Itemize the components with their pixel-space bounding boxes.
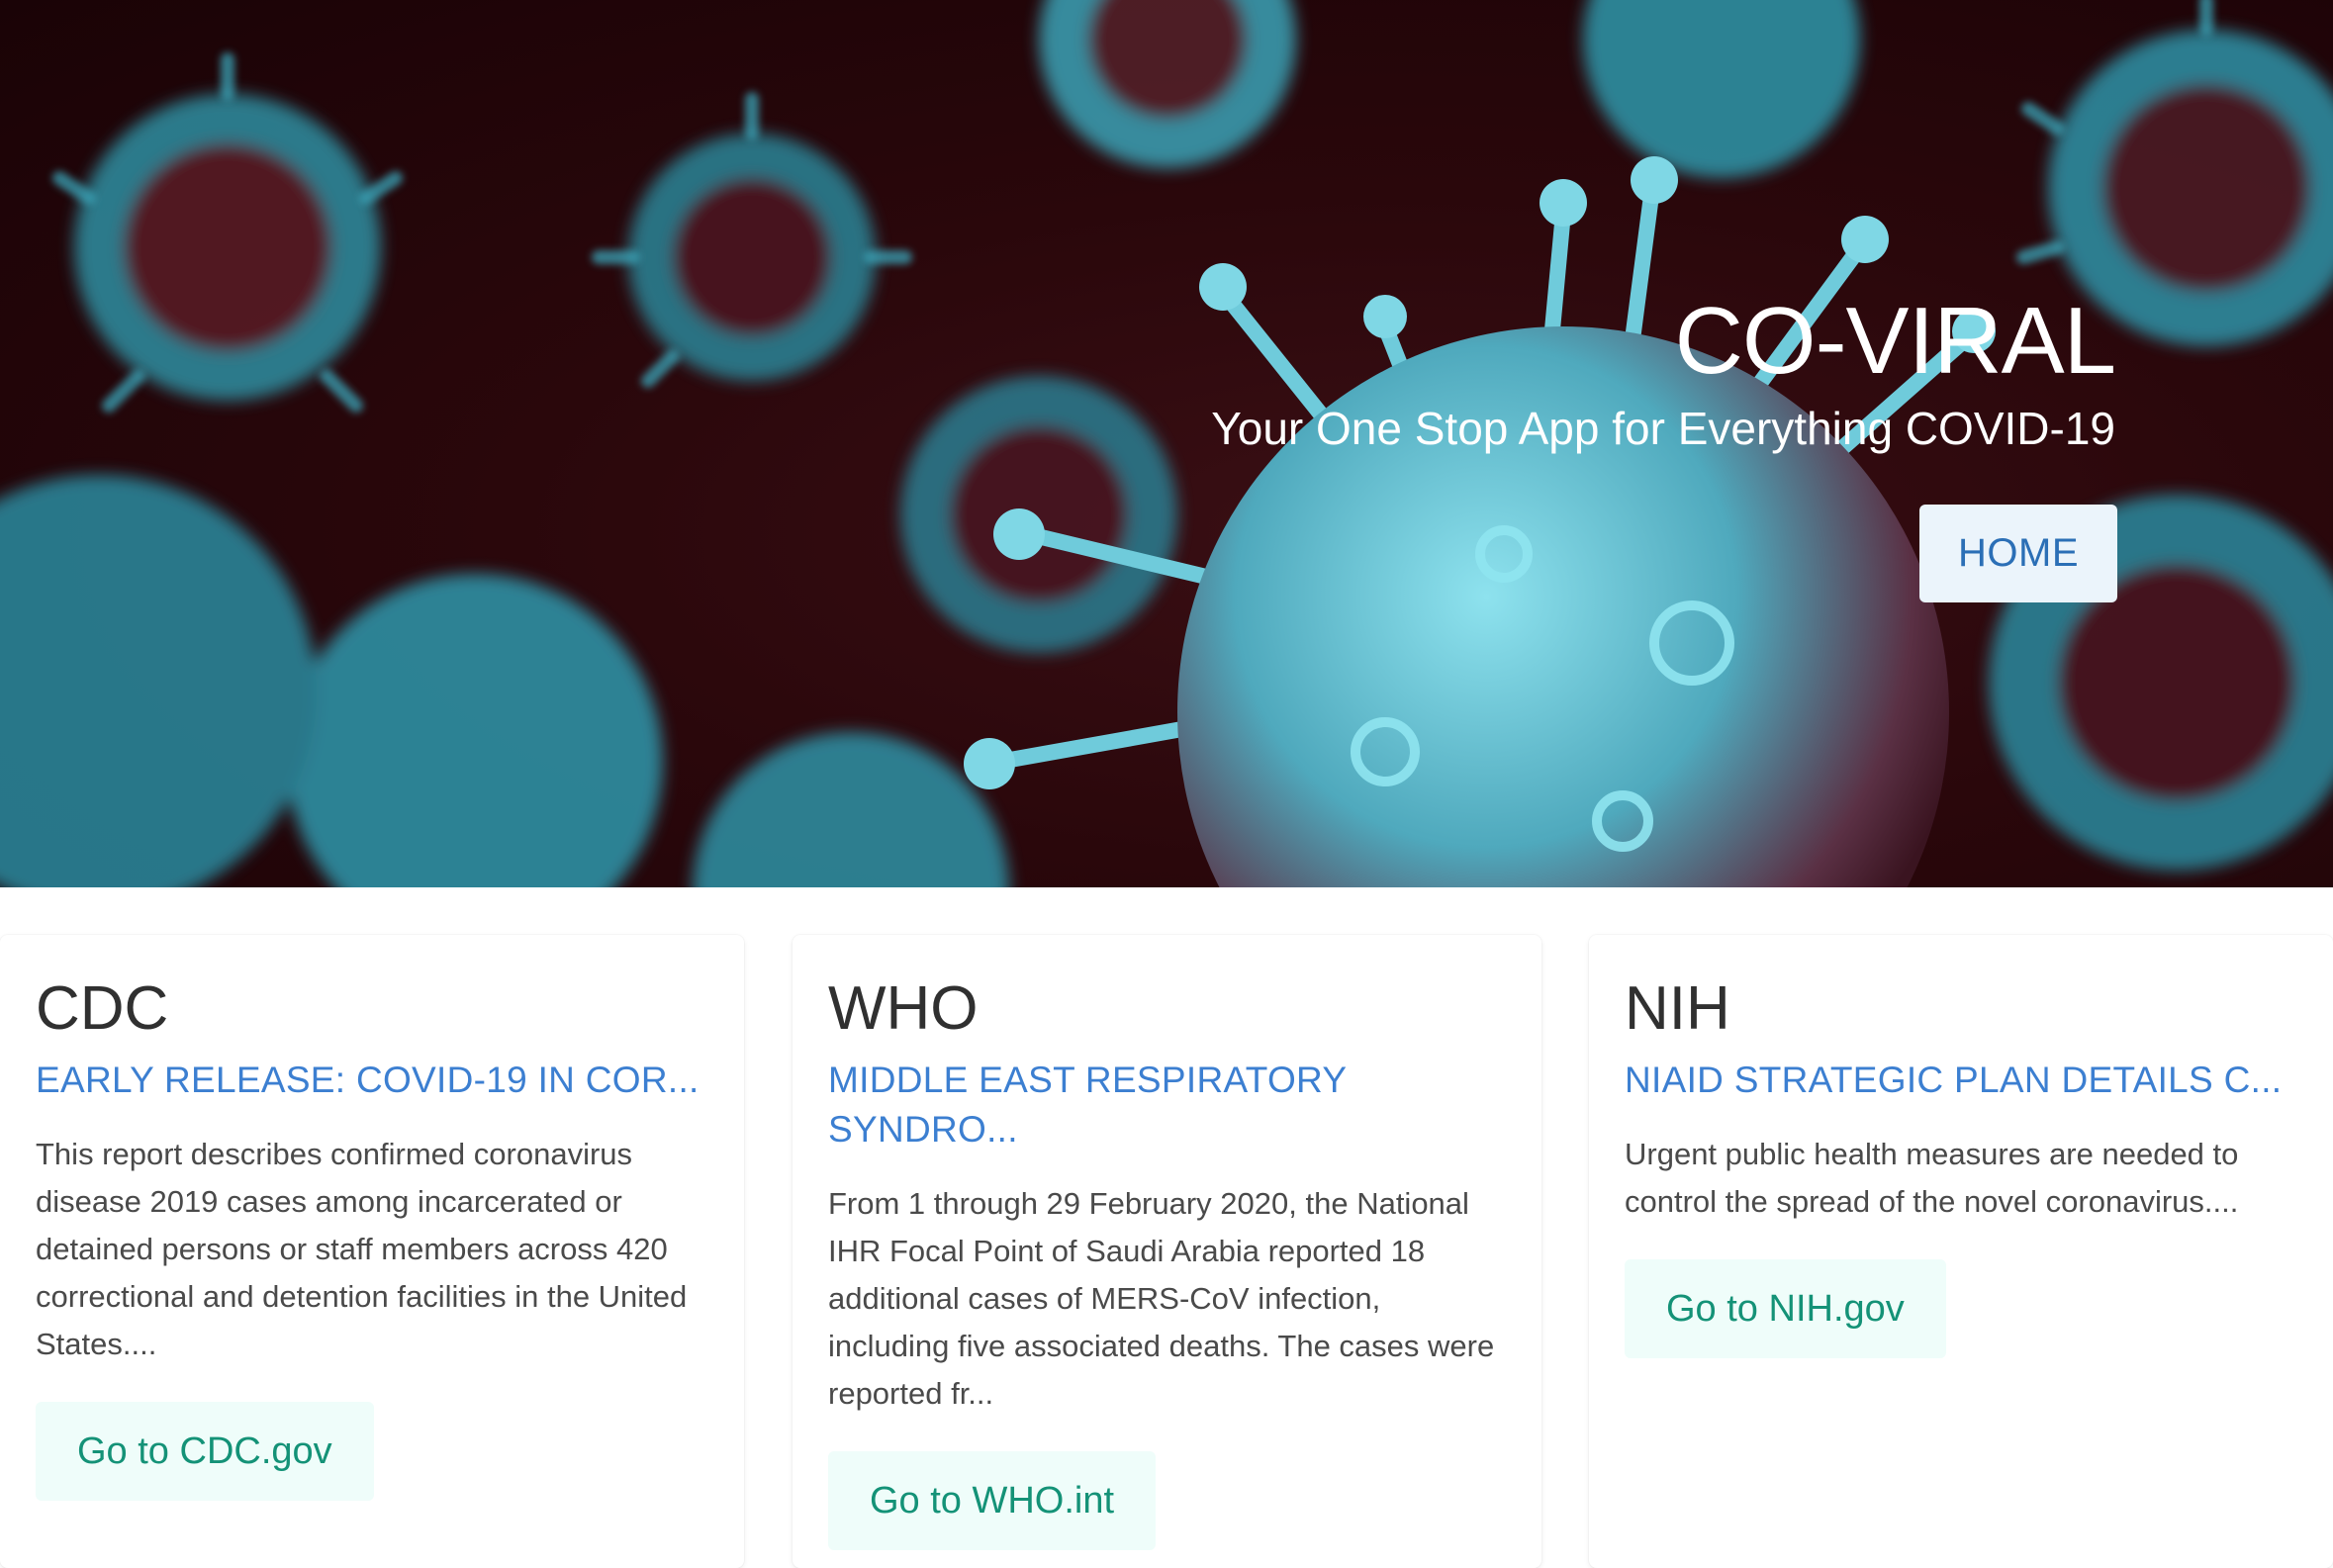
news-card-who: WHO MIDDLE EAST RESPIRATORY SYNDRO... Fr… (793, 935, 1541, 1568)
card-headline-link[interactable]: EARLY RELEASE: COVID-19 IN COR... (36, 1056, 708, 1105)
app-tagline: Your One Stop App for Everything COVID-1… (1211, 403, 2115, 454)
card-headline-link[interactable]: MIDDLE EAST RESPIRATORY SYNDRO... (828, 1056, 1382, 1154)
card-summary: Urgent public health measures are needed… (1625, 1137, 2239, 1219)
card-source-title: CDC (36, 974, 169, 1043)
card-headline-link[interactable]: NIAID STRATEGIC PLAN DETAILS C... (1625, 1056, 2297, 1105)
app-title: CO-VIRAL (1674, 288, 2116, 394)
news-card-nih: NIH NIAID STRATEGIC PLAN DETAILS C... Ur… (1589, 935, 2333, 1568)
go-to-nih-button[interactable]: Go to NIH.gov (1625, 1259, 1946, 1358)
news-card-cdc: CDC EARLY RELEASE: COVID-19 IN COR... Th… (0, 935, 744, 1568)
go-to-who-button[interactable]: Go to WHO.int (828, 1451, 1157, 1550)
card-source-title: NIH (1625, 974, 1730, 1043)
card-source-title: WHO (828, 974, 979, 1043)
news-cards: CDC EARLY RELEASE: COVID-19 IN COR... Th… (0, 935, 2333, 1568)
card-summary: From 1 through 29 February 2020, the Nat… (828, 1186, 1495, 1411)
card-summary: This report describes confirmed coronavi… (36, 1137, 688, 1361)
go-to-cdc-button[interactable]: Go to CDC.gov (36, 1402, 374, 1501)
hero-banner: CO-VIRAL Your One Stop App for Everythin… (0, 0, 2333, 887)
home-button[interactable]: HOME (1919, 505, 2117, 602)
